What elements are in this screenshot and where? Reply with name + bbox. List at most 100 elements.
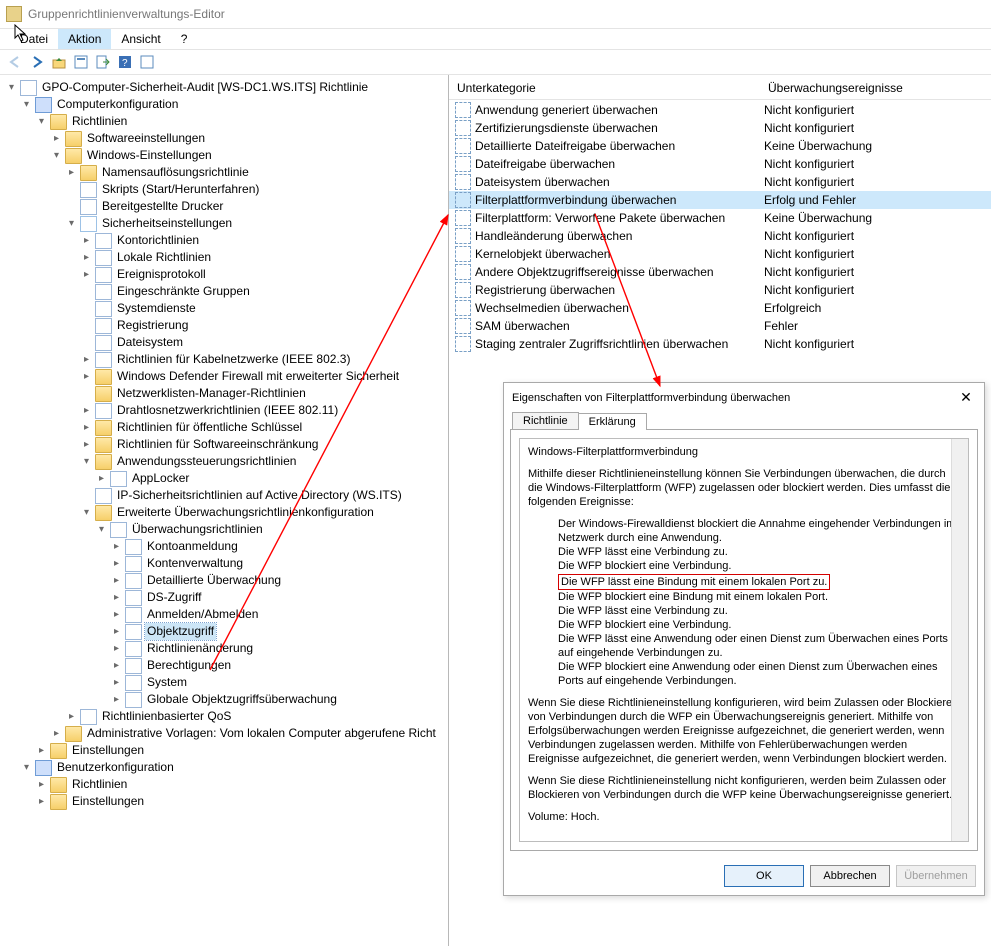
svg-text:?: ?	[122, 58, 128, 69]
menubar: Datei Aktion Ansicht ?	[0, 29, 991, 50]
audit-item-icon	[455, 192, 471, 208]
tree-namens[interactable]: Namensauflösungsrichtlinie	[100, 164, 251, 181]
list-row[interactable]: Kernelobjekt überwachenNicht konfigurier…	[449, 245, 991, 263]
scrollbar[interactable]	[951, 439, 968, 841]
audit-item-icon	[455, 174, 471, 190]
tree-skripts[interactable]: Skripts (Start/Herunterfahren)	[100, 181, 261, 198]
export-icon[interactable]	[94, 53, 112, 71]
tree-richtlinien[interactable]: Richtlinien	[70, 113, 129, 130]
row-state: Keine Überwachung	[764, 139, 991, 153]
properties-icon[interactable]	[72, 53, 90, 71]
menu-help[interactable]: ?	[171, 29, 198, 49]
refresh-icon[interactable]	[138, 53, 156, 71]
tab-erklaerung[interactable]: Erklärung	[578, 413, 647, 430]
list-row[interactable]: Staging zentraler Zugriffsrichtlinien üb…	[449, 335, 991, 353]
list-row[interactable]: Handleänderung überwachenNicht konfiguri…	[449, 227, 991, 245]
tree-objektzugriff[interactable]: Objektzugriff	[145, 623, 216, 640]
audit-item-icon	[455, 300, 471, 316]
row-state: Nicht konfiguriert	[764, 337, 991, 351]
row-state: Erfolgreich	[764, 301, 991, 315]
row-label: SAM überwachen	[475, 319, 764, 333]
policy-icon	[20, 80, 37, 96]
row-label: Dateisystem überwachen	[475, 175, 764, 189]
row-state: Nicht konfiguriert	[764, 157, 991, 171]
audit-item-icon	[455, 210, 471, 226]
list-row[interactable]: Filterplattform: Verworfene Pakete überw…	[449, 209, 991, 227]
list-row[interactable]: Detaillierte Dateifreigabe überwachenKei…	[449, 137, 991, 155]
col-subcategory[interactable]: Unterkategorie	[449, 77, 760, 99]
list-row[interactable]: Zertifizierungsdienste überwachenNicht k…	[449, 119, 991, 137]
highlighted-line: Die WFP lässt eine Bindung mit einem lok…	[558, 574, 830, 590]
tree-computer[interactable]: Computerkonfiguration	[55, 96, 180, 113]
exp-heading: Windows-Filterplattformverbindung	[528, 445, 960, 459]
audit-item-icon	[455, 318, 471, 334]
tree-sicherheit[interactable]: Sicherheitseinstellungen	[100, 215, 234, 232]
computer-icon	[35, 97, 52, 113]
row-label: Detaillierte Dateifreigabe überwachen	[475, 139, 764, 153]
row-label: Andere Objektzugriffsereignisse überwach…	[475, 265, 764, 279]
explanation-textbox[interactable]: Windows-Filterplattformverbindung Mithil…	[519, 438, 969, 842]
tree-pane[interactable]: ▾GPO-Computer-Sicherheit-Audit [WS-DC1.W…	[0, 75, 449, 946]
row-label: Handleänderung überwachen	[475, 229, 764, 243]
row-state: Nicht konfiguriert	[764, 265, 991, 279]
window-title: Gruppenrichtlinienverwaltungs-Editor	[28, 7, 225, 21]
folder-icon	[50, 114, 67, 130]
list-body: Anwendung generiert überwachenNicht konf…	[449, 100, 991, 353]
tree-windows[interactable]: Windows-Einstellungen	[85, 147, 214, 164]
list-row[interactable]: Dateifreigabe überwachenNicht konfigurie…	[449, 155, 991, 173]
row-label: Kernelobjekt überwachen	[475, 247, 764, 261]
cancel-button[interactable]: Abbrechen	[810, 865, 890, 887]
audit-item-icon	[455, 138, 471, 154]
audit-item-icon	[455, 282, 471, 298]
list-row[interactable]: SAM überwachenFehler	[449, 317, 991, 335]
list-row[interactable]: Anwendung generiert überwachenNicht konf…	[449, 101, 991, 119]
audit-item-icon	[455, 228, 471, 244]
tab-richtlinie[interactable]: Richtlinie	[512, 412, 579, 429]
audit-item-icon	[455, 156, 471, 172]
apply-button[interactable]: Übernehmen	[896, 865, 976, 887]
back-icon[interactable]	[6, 53, 24, 71]
list-header: Unterkategorie Überwachungsereignisse	[449, 77, 991, 100]
tree-root[interactable]: GPO-Computer-Sicherheit-Audit [WS-DC1.WS…	[40, 79, 370, 96]
audit-item-icon	[455, 102, 471, 118]
menu-ansicht[interactable]: Ansicht	[111, 29, 170, 49]
row-state: Nicht konfiguriert	[764, 283, 991, 297]
forward-icon[interactable]	[28, 53, 46, 71]
audit-item-icon	[455, 246, 471, 262]
close-icon[interactable]: ✕	[956, 389, 976, 406]
row-state: Keine Überwachung	[764, 211, 991, 225]
col-events[interactable]: Überwachungsereignisse	[760, 77, 991, 99]
tree-software[interactable]: Softwareeinstellungen	[85, 130, 207, 147]
up-folder-icon[interactable]	[50, 53, 68, 71]
row-label: Filterplattformverbindung überwachen	[475, 193, 764, 207]
row-state: Erfolg und Fehler	[764, 193, 991, 207]
row-state: Nicht konfiguriert	[764, 121, 991, 135]
row-label: Filterplattform: Verworfene Pakete überw…	[475, 211, 764, 225]
row-state: Fehler	[764, 319, 991, 333]
row-state: Nicht konfiguriert	[764, 247, 991, 261]
list-row[interactable]: Filterplattformverbindung überwachenErfo…	[449, 191, 991, 209]
window-titlebar: Gruppenrichtlinienverwaltungs-Editor	[0, 0, 991, 29]
list-row[interactable]: Wechselmedien überwachenErfolgreich	[449, 299, 991, 317]
row-label: Wechselmedien überwachen	[475, 301, 764, 315]
list-row[interactable]: Andere Objektzugriffsereignisse überwach…	[449, 263, 991, 281]
mouse-cursor-icon	[14, 24, 28, 42]
menu-aktion[interactable]: Aktion	[58, 29, 111, 49]
audit-item-icon	[455, 120, 471, 136]
row-state: Nicht konfiguriert	[764, 229, 991, 243]
row-label: Dateifreigabe überwachen	[475, 157, 764, 171]
list-row[interactable]: Dateisystem überwachenNicht konfiguriert	[449, 173, 991, 191]
help-icon[interactable]: ?	[116, 53, 134, 71]
tree-benutzer[interactable]: Benutzerkonfiguration	[55, 759, 176, 776]
app-icon	[6, 6, 22, 22]
ok-button[interactable]: OK	[724, 865, 804, 887]
audit-item-icon	[455, 336, 471, 352]
row-label: Registrierung überwachen	[475, 283, 764, 297]
row-label: Staging zentraler Zugriffsrichtlinien üb…	[475, 337, 764, 351]
tree-drucker[interactable]: Bereitgestellte Drucker	[100, 198, 225, 215]
toolbar: ?	[0, 50, 991, 75]
list-row[interactable]: Registrierung überwachenNicht konfigurie…	[449, 281, 991, 299]
row-label: Anwendung generiert überwachen	[475, 103, 764, 117]
row-label: Zertifizierungsdienste überwachen	[475, 121, 764, 135]
properties-dialog: Eigenschaften von Filterplattformverbind…	[503, 382, 985, 896]
